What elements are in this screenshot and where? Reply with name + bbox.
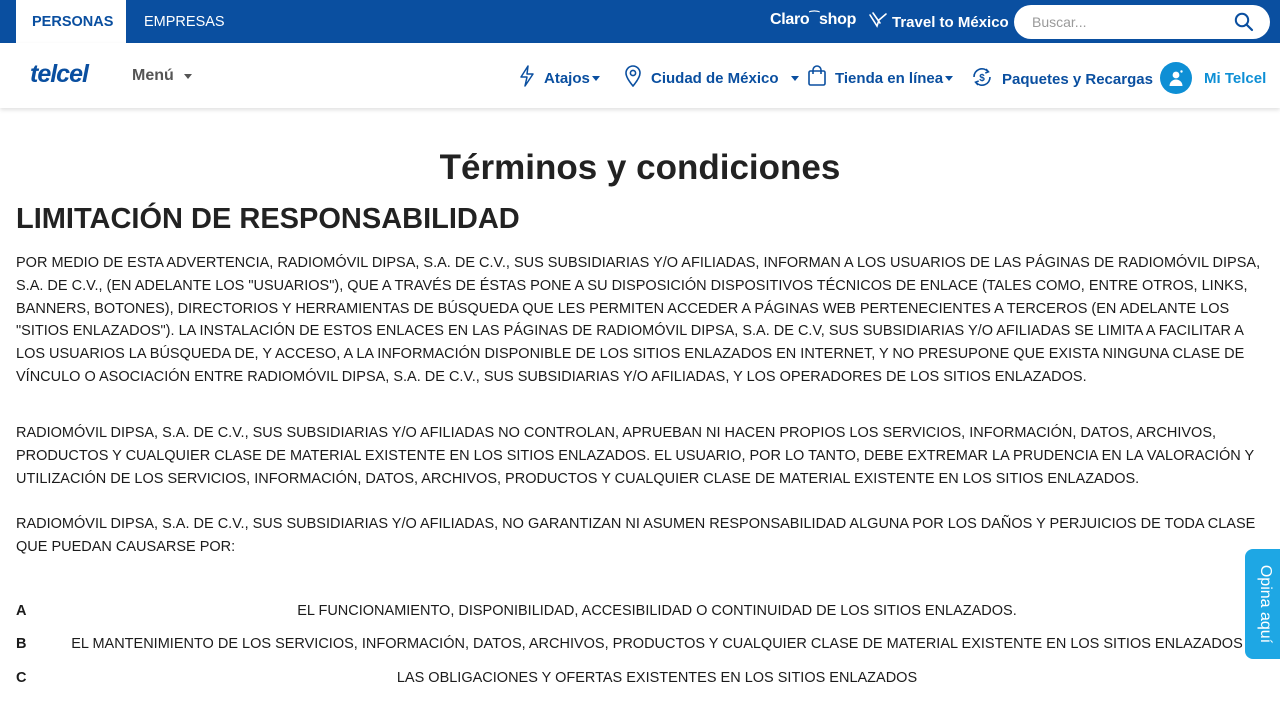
section-title: LIMITACIÓN DE RESPONSABILIDAD bbox=[16, 203, 520, 235]
claroshop-link[interactable]: Claro⁀shop bbox=[770, 11, 856, 29]
money-refresh-icon: $ bbox=[970, 65, 994, 93]
feedback-tab-label: Opina aquí bbox=[1257, 564, 1274, 644]
list-item: C LAS OBLIGACIONES Y OFERTAS EXISTENTES … bbox=[16, 670, 1268, 692]
chevron-down-icon bbox=[790, 75, 799, 81]
list-item-text: EL MANTENIMIENTO DE LOS SERVICIOS, INFOR… bbox=[71, 636, 1243, 652]
telcel-logo[interactable]: telcel bbox=[30, 60, 89, 89]
list-item-text: LAS OBLIGACIONES Y OFERTAS EXISTENTES EN… bbox=[396, 670, 918, 686]
search-icon[interactable] bbox=[1234, 12, 1254, 32]
list-item-letter: B bbox=[16, 636, 27, 652]
location-pin-icon bbox=[623, 65, 643, 91]
svg-text:$: $ bbox=[979, 73, 985, 84]
nav-tienda[interactable]: Tienda en línea bbox=[807, 65, 954, 91]
paragraph-no-garantizan: RADIOMÓVIL DIPSA, S.A. DE C.V., SUS SUBS… bbox=[16, 516, 1256, 555]
mi-telcel-label: Mi Telcel bbox=[1204, 69, 1267, 87]
lightning-icon bbox=[518, 65, 536, 91]
paragraph-advertencia: POR MEDIO DE ESTA ADVERTENCIA, RADIOMÓVI… bbox=[16, 255, 1261, 385]
chevron-down-icon bbox=[945, 75, 954, 81]
tab-personas[interactable]: PERSONAS bbox=[16, 0, 126, 43]
list-item-text: EL FUNCIONAMIENTO, DISPONIBILIDAD, ACCES… bbox=[297, 603, 1017, 619]
list-item: A EL FUNCIONAMIENTO, DISPONIBILIDAD, ACC… bbox=[16, 603, 1268, 625]
top-bar: PERSONAS EMPRESAS Claro⁀shop Travel to M… bbox=[0, 0, 1280, 43]
paragraph-no-controlan: RADIOMÓVIL DIPSA, S.A. DE C.V., SUS SUBS… bbox=[16, 425, 1254, 487]
shopping-bag-icon bbox=[807, 65, 827, 91]
nav-location[interactable]: Ciudad de México bbox=[623, 65, 799, 91]
nav-tienda-label: Tienda en línea bbox=[835, 69, 944, 87]
travel-icon bbox=[868, 11, 888, 33]
feedback-tab[interactable]: Opina aquí bbox=[1245, 549, 1280, 659]
search-box bbox=[1014, 5, 1270, 39]
claroshop-claro-label: Claro bbox=[770, 11, 810, 28]
nav-atajos-label: Atajos bbox=[544, 69, 590, 87]
chevron-down-icon bbox=[183, 73, 192, 79]
list-item-letter: A bbox=[16, 603, 27, 619]
claroshop-shop-label: shop bbox=[819, 11, 857, 28]
list-item-letter: C bbox=[16, 670, 27, 686]
claroshop-swoosh-icon: ⁀ bbox=[809, 11, 820, 25]
mi-telcel-link[interactable]: Mi Telcel bbox=[1160, 62, 1266, 94]
main-nav: telcel Menú Atajos Ciudad de México Tien… bbox=[0, 43, 1280, 108]
nav-paquetes[interactable]: $ Paquetes y Recargas bbox=[970, 65, 1153, 93]
page-title: Términos y condiciones bbox=[439, 148, 841, 187]
chevron-down-icon bbox=[591, 75, 600, 81]
travel-label: Travel to México bbox=[892, 13, 1009, 31]
search-input[interactable] bbox=[1032, 12, 1232, 32]
user-avatar-icon bbox=[1160, 62, 1192, 94]
nav-atajos[interactable]: Atajos bbox=[518, 65, 600, 91]
nav-location-label: Ciudad de México bbox=[651, 69, 779, 87]
tab-empresas[interactable]: EMPRESAS bbox=[128, 0, 241, 43]
menu-dropdown[interactable]: Menú bbox=[132, 67, 192, 85]
menu-label: Menú bbox=[132, 67, 174, 84]
nav-paquetes-label: Paquetes y Recargas bbox=[1002, 70, 1153, 88]
list-item: B EL MANTENIMIENTO DE LOS SERVICIOS, INF… bbox=[16, 636, 1268, 658]
travel-to-mexico-link[interactable]: Travel to México bbox=[868, 11, 1009, 33]
